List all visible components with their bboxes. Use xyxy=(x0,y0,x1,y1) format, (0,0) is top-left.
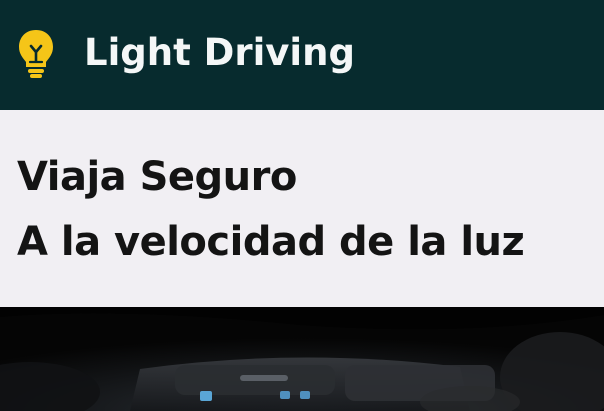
car-interior-dashboard-image xyxy=(0,307,604,411)
hero-headline-line-2: A la velocidad de la luz xyxy=(17,219,525,265)
page: Light Driving Viaja Seguro A la velocida… xyxy=(0,0,604,411)
brand-title[interactable]: Light Driving xyxy=(84,30,355,76)
top-app-bar: Light Driving xyxy=(0,0,604,110)
lightbulb-icon[interactable] xyxy=(16,27,56,79)
car-interior-illustration xyxy=(0,307,604,411)
hero-section: Viaja Seguro A la velocidad de la luz xyxy=(0,110,604,307)
hero-headline-line-1: Viaja Seguro xyxy=(17,154,297,200)
